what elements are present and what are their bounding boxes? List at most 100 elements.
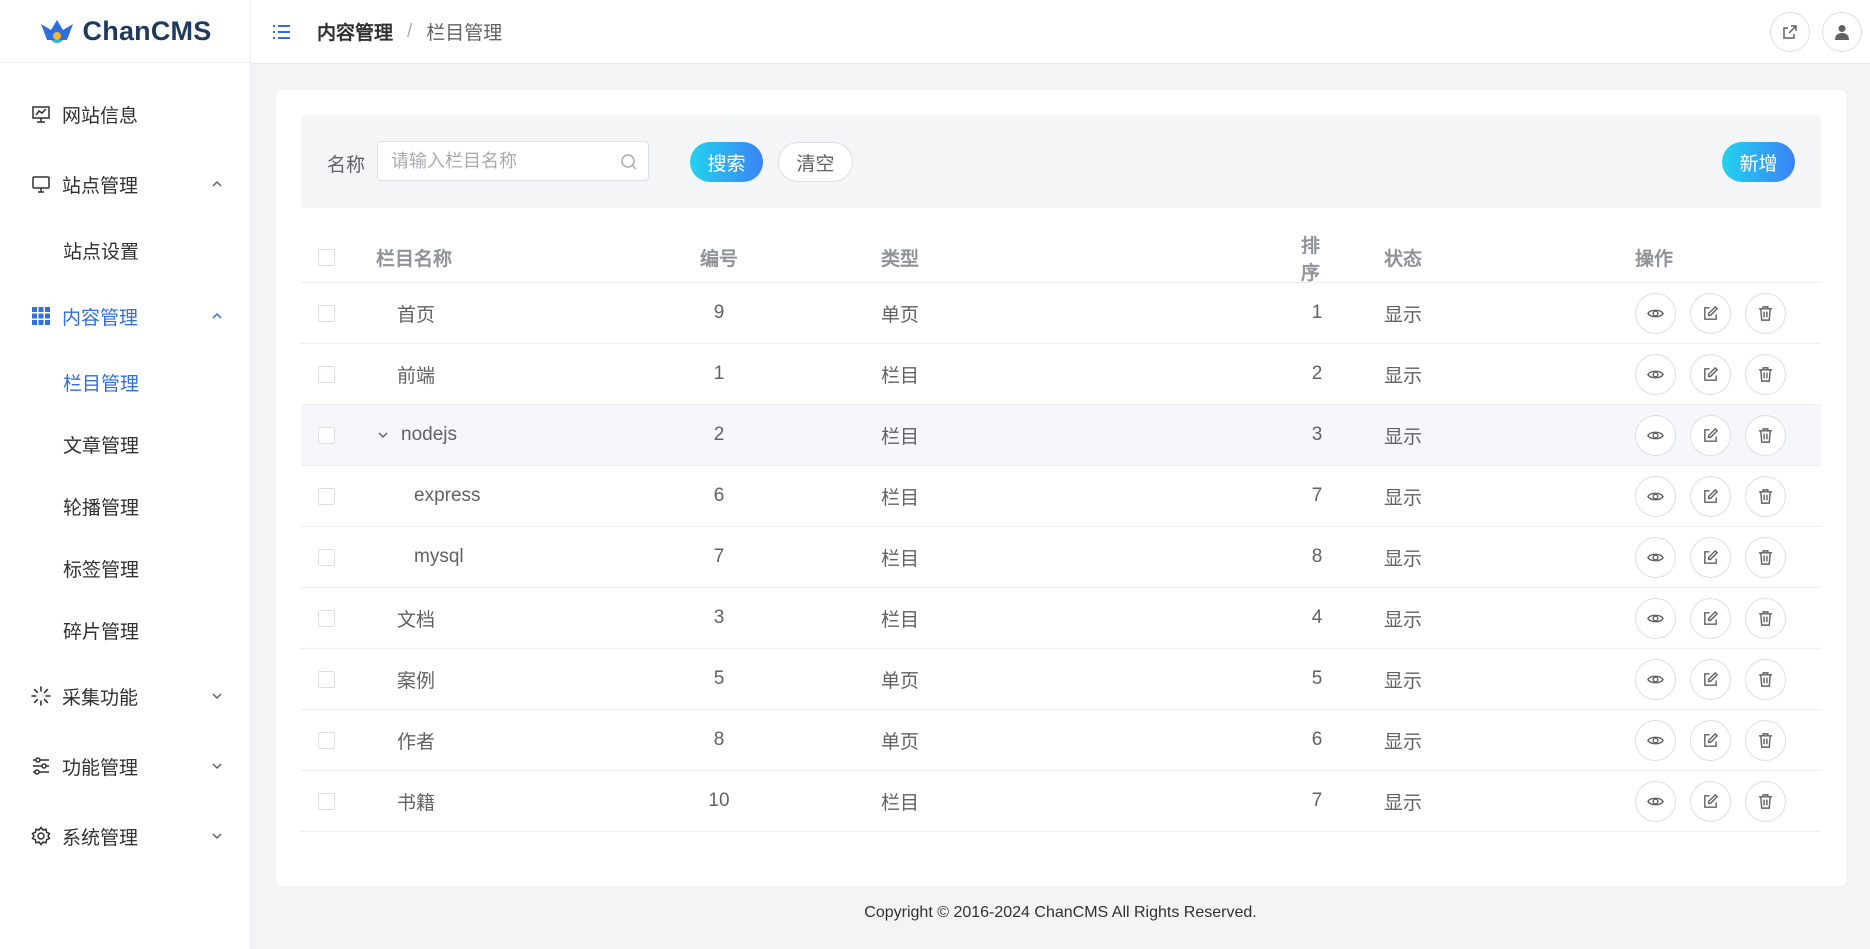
sidebar-item-feature-manage[interactable]: 功能管理 [0,731,250,801]
edit-icon [1702,732,1719,749]
chevron-up-icon [212,180,222,187]
user-menu-button[interactable] [1822,12,1862,52]
row-checkbox[interactable] [318,304,335,322]
edit-button[interactable] [1690,414,1731,456]
sidebar-item-tag-manage[interactable]: 标签管理 [0,537,250,599]
row-id: 8 [713,729,725,750]
edit-icon [1702,488,1719,505]
view-button[interactable] [1635,414,1676,456]
sidebar-item-label: 内容管理 [62,307,139,329]
eye-icon [1647,305,1664,322]
search-input[interactable] [391,142,611,180]
delete-button[interactable] [1745,597,1786,639]
edit-icon [1702,610,1719,627]
view-button[interactable] [1635,475,1676,517]
edit-button[interactable] [1690,475,1731,517]
row-type: 单页 [881,304,920,326]
row-checkbox[interactable] [318,365,335,383]
delete-button[interactable] [1745,719,1786,761]
row-id: 10 [708,790,730,811]
sidebar-item-system-manage[interactable]: 系统管理 [0,801,250,871]
row-status: 显示 [1384,731,1423,753]
tree-expand-icon[interactable] [376,428,390,442]
view-button[interactable] [1635,353,1676,395]
row-checkbox[interactable] [318,670,335,688]
column-header-type: 类型 [881,249,920,270]
view-button[interactable] [1635,719,1676,761]
eye-icon [1647,610,1664,627]
sidebar-item-label: 站点管理 [62,175,139,197]
row-checkbox[interactable] [318,548,335,566]
edit-button[interactable] [1690,719,1731,761]
delete-button[interactable] [1745,353,1786,395]
row-checkbox[interactable] [318,792,335,810]
edit-button[interactable] [1690,536,1731,578]
sidebar-menu: 网站信息 站点管理 站点设置 内容管理 栏目管理 文章管理 轮播管理 标签管理 … [0,63,250,871]
chevron-down-icon [212,763,222,770]
search-input-wrapper[interactable] [377,141,649,181]
search-button[interactable]: 搜索 [690,142,763,182]
external-link-icon [1783,25,1797,39]
delete-button[interactable] [1745,658,1786,700]
row-sort: 6 [1311,729,1323,750]
row-type: 栏目 [881,548,920,570]
table-row: 案例 5 单页 5 显示 [301,649,1821,710]
edit-button[interactable] [1690,597,1731,639]
sidebar-item-label: 功能管理 [62,757,139,779]
add-button[interactable]: 新增 [1722,142,1795,182]
edit-button[interactable] [1690,780,1731,822]
trash-icon [1757,671,1774,688]
row-checkbox[interactable] [318,609,335,627]
view-button[interactable] [1635,597,1676,639]
row-status: 显示 [1384,487,1423,509]
row-id: 6 [713,485,725,506]
delete-button[interactable] [1745,475,1786,517]
select-all-checkbox[interactable] [318,249,335,266]
menu-fold-icon[interactable] [271,21,293,43]
view-button[interactable] [1635,780,1676,822]
row-checkbox[interactable] [318,426,335,444]
logo[interactable]: ChanCMS [0,0,250,63]
sidebar-item-site-manage[interactable]: 站点管理 [0,149,250,219]
open-site-button[interactable] [1770,12,1810,52]
row-checkbox[interactable] [318,487,335,505]
sidebar-item-carousel-manage[interactable]: 轮播管理 [0,475,250,537]
row-actions [1635,649,1800,709]
delete-button[interactable] [1745,292,1786,334]
breadcrumb-item-content[interactable]: 内容管理 [317,18,393,45]
row-actions [1635,588,1800,648]
row-type: 栏目 [881,487,920,509]
eye-icon [1647,793,1664,810]
clear-button[interactable]: 清空 [778,142,853,182]
view-button[interactable] [1635,292,1676,334]
sidebar-item-site-settings[interactable]: 站点设置 [0,219,250,281]
edit-button[interactable] [1690,292,1731,334]
sidebar-item-article-manage[interactable]: 文章管理 [0,413,250,475]
search-label: 名称 [327,155,366,176]
edit-button[interactable] [1690,658,1731,700]
edit-icon [1702,671,1719,688]
row-status: 显示 [1384,548,1423,570]
sidebar-item-collect[interactable]: 采集功能 [0,661,250,731]
row-status: 显示 [1384,365,1423,387]
delete-button[interactable] [1745,536,1786,578]
sidebar-item-fragment-manage[interactable]: 碎片管理 [0,599,250,661]
top-header: 内容管理 / 栏目管理 [251,0,1870,64]
delete-button[interactable] [1745,414,1786,456]
loading-icon [30,685,52,707]
table-row: 前端 1 栏目 2 显示 [301,344,1821,405]
table-row: 书籍 10 栏目 7 显示 [301,771,1821,832]
edit-button[interactable] [1690,353,1731,395]
column-header-name: 栏目名称 [376,249,453,270]
view-button[interactable] [1635,536,1676,578]
row-actions [1635,466,1800,526]
row-checkbox[interactable] [318,731,335,749]
sidebar-item-site-info[interactable]: 网站信息 [0,79,250,149]
table-row: 文档 3 栏目 4 显示 [301,588,1821,649]
sidebar-item-column-manage[interactable]: 栏目管理 [0,351,250,413]
trash-icon [1757,549,1774,566]
delete-button[interactable] [1745,780,1786,822]
view-button[interactable] [1635,658,1676,700]
row-status: 显示 [1384,304,1423,326]
sidebar-item-content-manage[interactable]: 内容管理 [0,281,250,351]
